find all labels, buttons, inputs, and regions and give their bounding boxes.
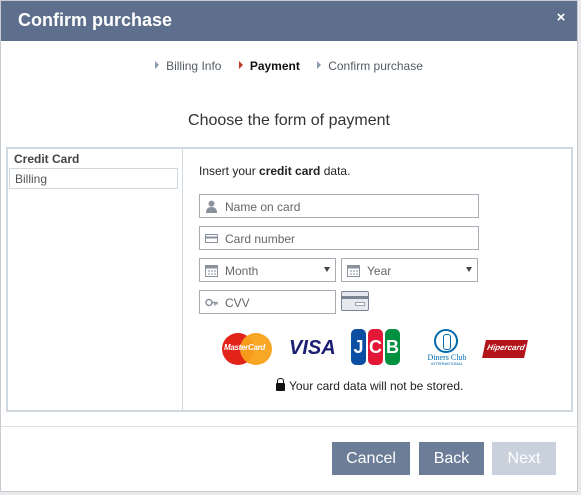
payment-method-sidebar: Credit Card Billing bbox=[8, 149, 183, 410]
next-button[interactable]: Next bbox=[492, 442, 556, 475]
payment-panel: Credit Card Billing Insert your credit c… bbox=[6, 147, 573, 412]
step-confirm-purchase: Confirm purchase bbox=[317, 59, 423, 73]
footer-divider bbox=[1, 426, 577, 427]
name-on-card-placeholder: Name on card bbox=[225, 200, 301, 214]
year-placeholder: Year bbox=[367, 264, 392, 278]
calendar-icon bbox=[347, 265, 360, 277]
step-billing-info: Billing Info bbox=[155, 59, 221, 73]
card-brand-logos: MasterCard VISA J C B Diners Club INTERN… bbox=[222, 329, 532, 369]
month-select[interactable]: Month bbox=[199, 258, 336, 282]
step-label: Billing Info bbox=[166, 59, 222, 73]
security-notice: Your card data will not be stored. bbox=[276, 378, 463, 393]
diners-club-logo: Diners Club INTERNATIONAL bbox=[417, 329, 477, 367]
step-arrow-icon bbox=[155, 61, 160, 69]
confirm-purchase-dialog: Confirm purchase × Billing Info Payment … bbox=[0, 0, 578, 492]
step-arrow-icon bbox=[238, 61, 243, 69]
chevron-down-icon bbox=[324, 267, 330, 272]
step-label: Confirm purchase bbox=[328, 59, 423, 73]
dialog-title: Confirm purchase bbox=[18, 10, 173, 30]
key-icon bbox=[205, 298, 218, 307]
form-intro: Insert your credit card data. bbox=[199, 164, 351, 178]
lock-icon bbox=[276, 378, 285, 391]
cancel-button[interactable]: Cancel bbox=[332, 442, 410, 475]
step-label: Payment bbox=[249, 59, 300, 73]
jcb-logo: J C B bbox=[351, 329, 400, 365]
sidebar-item-billing[interactable]: Billing bbox=[9, 168, 178, 189]
visa-logo: VISA bbox=[289, 337, 336, 359]
payment-heading: Choose the form of payment bbox=[188, 112, 390, 129]
cvv-placeholder: CVV bbox=[225, 296, 250, 310]
hipercard-logo: Hipercard bbox=[482, 340, 528, 358]
checkout-steps: Billing Info Payment Confirm purchase bbox=[1, 59, 577, 73]
card-number-placeholder: Card number bbox=[225, 232, 296, 246]
close-icon[interactable]: × bbox=[554, 10, 568, 25]
calendar-icon bbox=[205, 265, 218, 277]
sidebar-section-credit-card[interactable]: Credit Card bbox=[14, 152, 79, 166]
month-placeholder: Month bbox=[225, 264, 259, 278]
step-arrow-icon bbox=[317, 61, 322, 69]
step-payment: Payment bbox=[238, 59, 300, 73]
chevron-down-icon bbox=[466, 267, 472, 272]
name-on-card-input[interactable]: Name on card bbox=[199, 194, 479, 218]
credit-card-icon bbox=[205, 234, 218, 243]
mastercard-logo: MasterCard bbox=[222, 333, 272, 365]
cvv-input[interactable]: CVV bbox=[199, 290, 336, 314]
back-button[interactable]: Back bbox=[419, 442, 484, 475]
year-select[interactable]: Year bbox=[341, 258, 478, 282]
credit-card-form: Insert your credit card data. Name on ca… bbox=[184, 149, 571, 410]
user-icon bbox=[206, 200, 217, 213]
cvv-help-icon[interactable] bbox=[341, 291, 369, 311]
dialog-header: Confirm purchase × bbox=[1, 1, 577, 41]
card-number-input[interactable]: Card number bbox=[199, 226, 479, 250]
